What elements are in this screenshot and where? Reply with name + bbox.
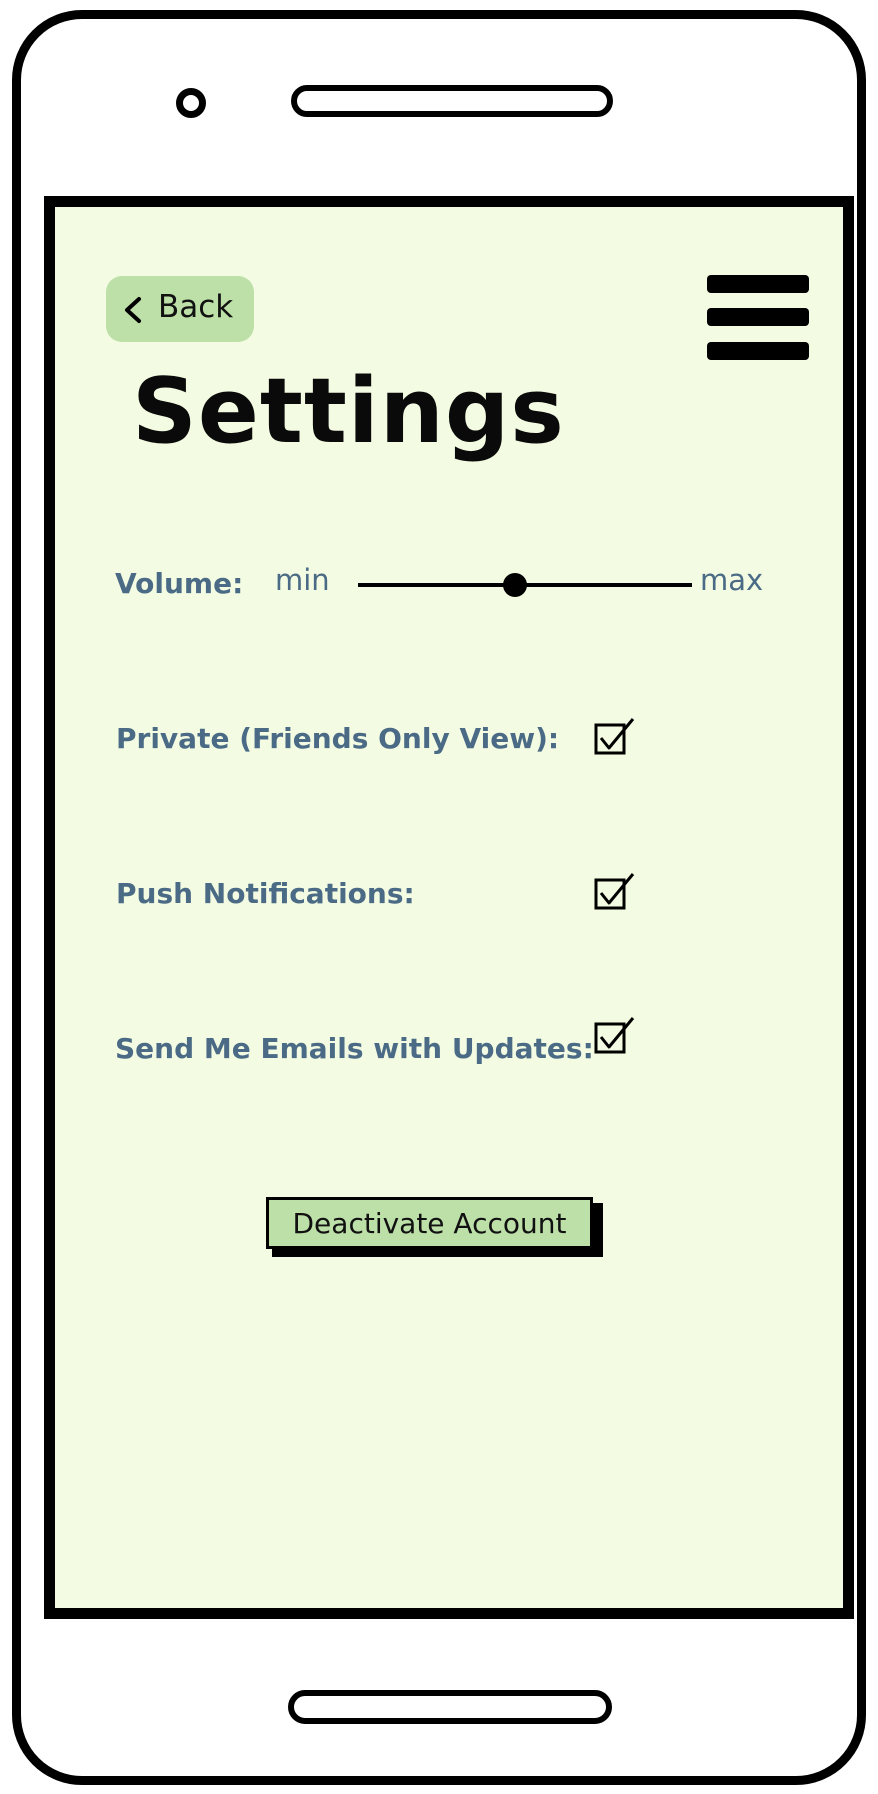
volume-label: Volume: — [115, 567, 244, 600]
back-button[interactable]: Back — [106, 276, 254, 342]
home-button[interactable] — [288, 1690, 612, 1724]
app-screen: Back Settings Volume: min max Private (F… — [44, 196, 854, 1619]
back-button-label: Back — [158, 289, 234, 325]
volume-max-label: max — [700, 563, 764, 597]
volume-slider-thumb[interactable] — [502, 573, 527, 597]
chevron-left-icon — [125, 297, 141, 323]
page-title: Settings — [132, 359, 565, 464]
button-face: Deactivate Account — [266, 1197, 593, 1249]
private-view-checkbox[interactable] — [593, 716, 637, 760]
email-updates-checkbox[interactable] — [593, 1015, 637, 1059]
deactivate-account-label: Deactivate Account — [292, 1206, 567, 1240]
camera-icon — [176, 88, 206, 118]
deactivate-account-button[interactable]: Deactivate Account — [266, 1197, 603, 1257]
private-view-label: Private (Friends Only View): — [116, 722, 560, 755]
push-notifications-label: Push Notifications: — [116, 877, 415, 910]
email-updates-label: Send Me Emails with Updates: — [115, 1032, 594, 1065]
push-notifications-checkbox[interactable] — [593, 871, 637, 915]
hamburger-menu-icon[interactable] — [707, 275, 811, 363]
volume-slider[interactable] — [358, 570, 692, 600]
speaker-grille — [291, 85, 613, 117]
volume-min-label: min — [275, 563, 330, 597]
